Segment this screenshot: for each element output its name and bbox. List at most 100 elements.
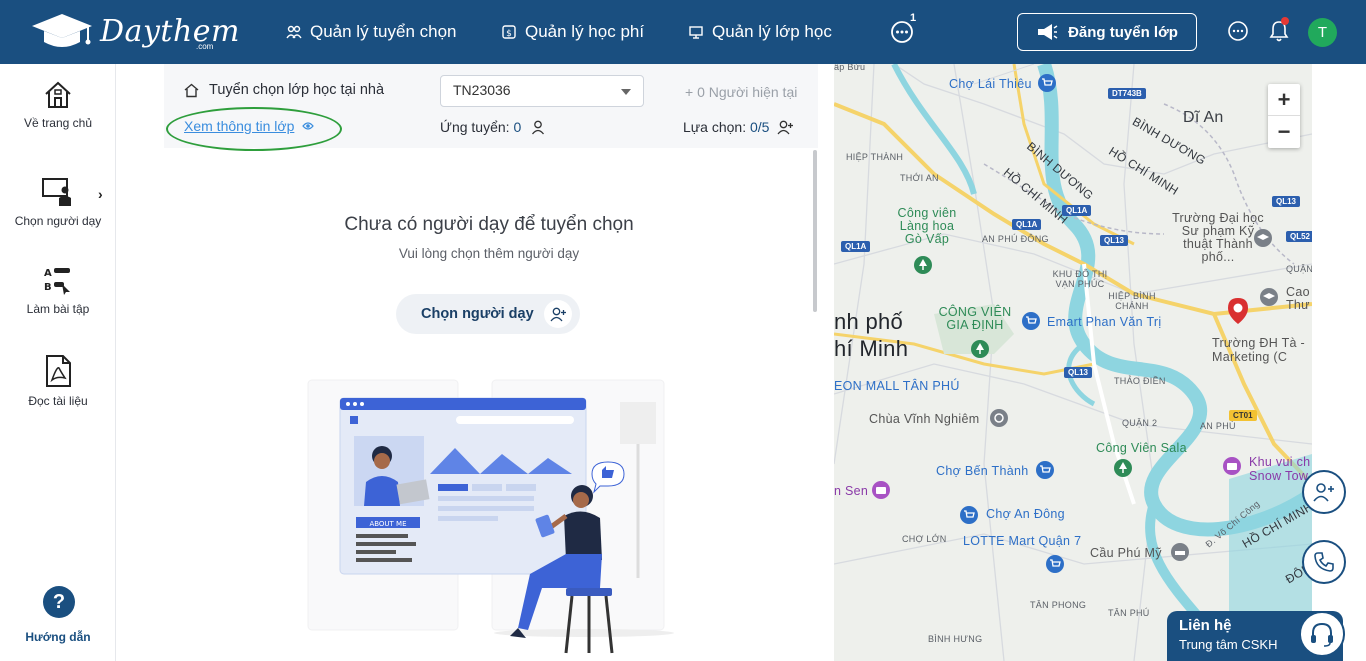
camera-icon: [1223, 457, 1241, 475]
camera-icon: [872, 481, 890, 499]
school-icon: [1254, 229, 1272, 247]
zoom-in-button[interactable]: +: [1268, 84, 1300, 116]
sidebar-item-label: Chọn người dạy: [14, 214, 102, 228]
road-shield: QL52: [1286, 231, 1312, 242]
applicants-value: 0: [513, 119, 522, 135]
road-shield: QL13: [1064, 367, 1093, 378]
location-pin-icon[interactable]: [1228, 298, 1248, 324]
map-label: nh phố: [834, 309, 904, 334]
map-label: Chợ Bến Thành: [936, 464, 1029, 478]
about-me-label: ABOUT ME: [369, 520, 406, 528]
nav-label: Quản lý lớp học: [712, 22, 832, 41]
map-label: KHU ĐÔ THỊ VẠN PHÚC: [1052, 269, 1108, 289]
map-label: EON MALL TÂN PHÚ: [834, 379, 960, 393]
daythem-logo[interactable]: Daythem .com: [28, 12, 239, 54]
map-label: Công Viên Sala: [1096, 441, 1187, 455]
logo-wordmark: Daythem: [100, 14, 240, 49]
nav-class-management[interactable]: Quản lý lớp học: [688, 20, 832, 44]
zoom-out-button[interactable]: −: [1268, 116, 1300, 148]
selected-value: 0/5: [749, 119, 770, 135]
map-label: Trường Đại học Sư phạm Kỹ thuật Thành ph…: [1172, 211, 1264, 264]
people-icon: [286, 25, 302, 39]
applicants-label: Ứng tuyển:: [440, 119, 510, 135]
shopping-cart-icon: [1022, 312, 1040, 330]
map-label: ấp Bửu: [834, 64, 866, 72]
sidebar-item-documents[interactable]: Đọc tài liệu: [0, 354, 116, 408]
post-class-label: Đăng tuyển lớp: [1068, 23, 1178, 41]
pdf-document-icon: [46, 355, 71, 387]
shopping-cart-icon: [960, 506, 978, 524]
sidebar-item-home[interactable]: Về trang chủ: [0, 80, 116, 130]
road-shield: DT743B: [1108, 88, 1146, 99]
megaphone-icon: [1038, 24, 1058, 40]
map-label: Cầu Phú Mỹ: [1090, 546, 1162, 560]
nav-label: Quản lý học phí: [525, 22, 645, 41]
map-label: THỚI AN: [900, 173, 939, 183]
shopping-cart-icon: [1038, 74, 1056, 92]
logo-suffix: .com: [196, 42, 214, 51]
class-code-select[interactable]: TN23036: [440, 75, 644, 107]
temple-icon: [990, 409, 1008, 427]
map-label: Chợ Lái Thiêu: [949, 77, 1032, 91]
map-label: AN PHÚ ĐÔNG: [982, 234, 1049, 244]
map-label: Chùa Vĩnh Nghiêm: [869, 412, 980, 426]
shopping-cart-icon: [1036, 461, 1054, 479]
choose-teacher-button[interactable]: Chọn người dạy: [396, 294, 580, 334]
add-user-icon: [544, 300, 572, 328]
current-count: + 0 Người hiện tại: [685, 84, 798, 100]
chevron-right-icon[interactable]: ›: [98, 186, 103, 202]
bridge-icon: [1171, 543, 1189, 561]
sidebar-item-label: Làm bài tập: [26, 302, 90, 316]
road-shield: QL1A: [1012, 219, 1042, 230]
park-icon: [914, 256, 932, 274]
phone-call-button[interactable]: [1302, 540, 1346, 584]
add-user-icon: [777, 120, 794, 134]
map-label: Dĩ An: [1183, 109, 1224, 126]
map-label: Emart Phan Văn Trị: [1047, 315, 1162, 329]
map-label: Chợ An Đông: [986, 507, 1065, 521]
add-user-icon: [1313, 483, 1334, 502]
choose-teacher-label: Chọn người dạy: [421, 306, 534, 322]
home-icon: [45, 81, 71, 108]
map-label: Khu vui ch Snow Tow: [1249, 455, 1311, 483]
user-icon: [532, 120, 545, 134]
sidebar-item-choose-teacher[interactable]: Chọn người dạy: [0, 176, 116, 228]
notification-dot: [1281, 17, 1289, 25]
class-code-value: TN23036: [453, 82, 511, 98]
post-class-button[interactable]: Đăng tuyển lớp: [1017, 13, 1197, 51]
shopping-cart-icon: [1046, 555, 1064, 573]
map-label: LOTTE Mart Quận 7: [963, 534, 1082, 548]
class-info-title: Tuyển chọn lớp học tại nhà: [184, 82, 384, 98]
map-label: Cao Thư: [1286, 285, 1310, 312]
house-icon: [184, 83, 199, 97]
add-contact-button[interactable]: [1302, 470, 1346, 514]
sidebar-item-homework[interactable]: AB Làm bài tập: [0, 264, 116, 316]
svg-text:A: A: [44, 268, 52, 279]
selected-label: Lựa chọn:: [683, 119, 747, 135]
empty-state-title: Chưa có người dạy để tuyển chọn: [344, 214, 634, 235]
map-view[interactable]: ấp Bửu Chợ Lái Thiêu Dĩ An BÌNH DƯƠNG BÌ…: [834, 64, 1312, 661]
svg-text:$: $: [506, 29, 512, 39]
more-badge: 1: [910, 12, 917, 24]
map-label: hí Minh: [834, 336, 909, 361]
chevron-down-icon: [621, 89, 631, 95]
selected-count: Lựa chọn: 0/5: [683, 119, 794, 135]
chat-icon[interactable]: [1227, 20, 1249, 42]
empty-state-illustration: ABOUT ME: [307, 379, 674, 654]
headset-button[interactable]: [1299, 611, 1345, 657]
top-navbar: Daythem .com Quản lý tuyển chọn $ Quản l…: [0, 0, 1366, 64]
phone-icon: [1314, 552, 1334, 572]
help-label[interactable]: Hướng dẫn: [0, 630, 116, 644]
map-label: Công viên Làng hoa Gò Vấp: [897, 206, 957, 246]
map-label: QUẬN 2: [1122, 418, 1158, 428]
user-avatar[interactable]: T: [1308, 18, 1337, 47]
help-icon[interactable]: ?: [43, 586, 75, 618]
school-icon: [1260, 288, 1278, 306]
applicants-count: Ứng tuyển: 0: [440, 119, 545, 135]
map-label: AN PHÚ: [1200, 421, 1236, 431]
map-label: n Sen: [834, 484, 869, 498]
nav-tuition-management[interactable]: $ Quản lý học phí: [501, 20, 644, 44]
nav-recruitment-management[interactable]: Quản lý tuyển chọn: [286, 20, 456, 44]
quiz-icon: AB: [44, 268, 70, 295]
teacher-board-icon: [42, 178, 71, 206]
